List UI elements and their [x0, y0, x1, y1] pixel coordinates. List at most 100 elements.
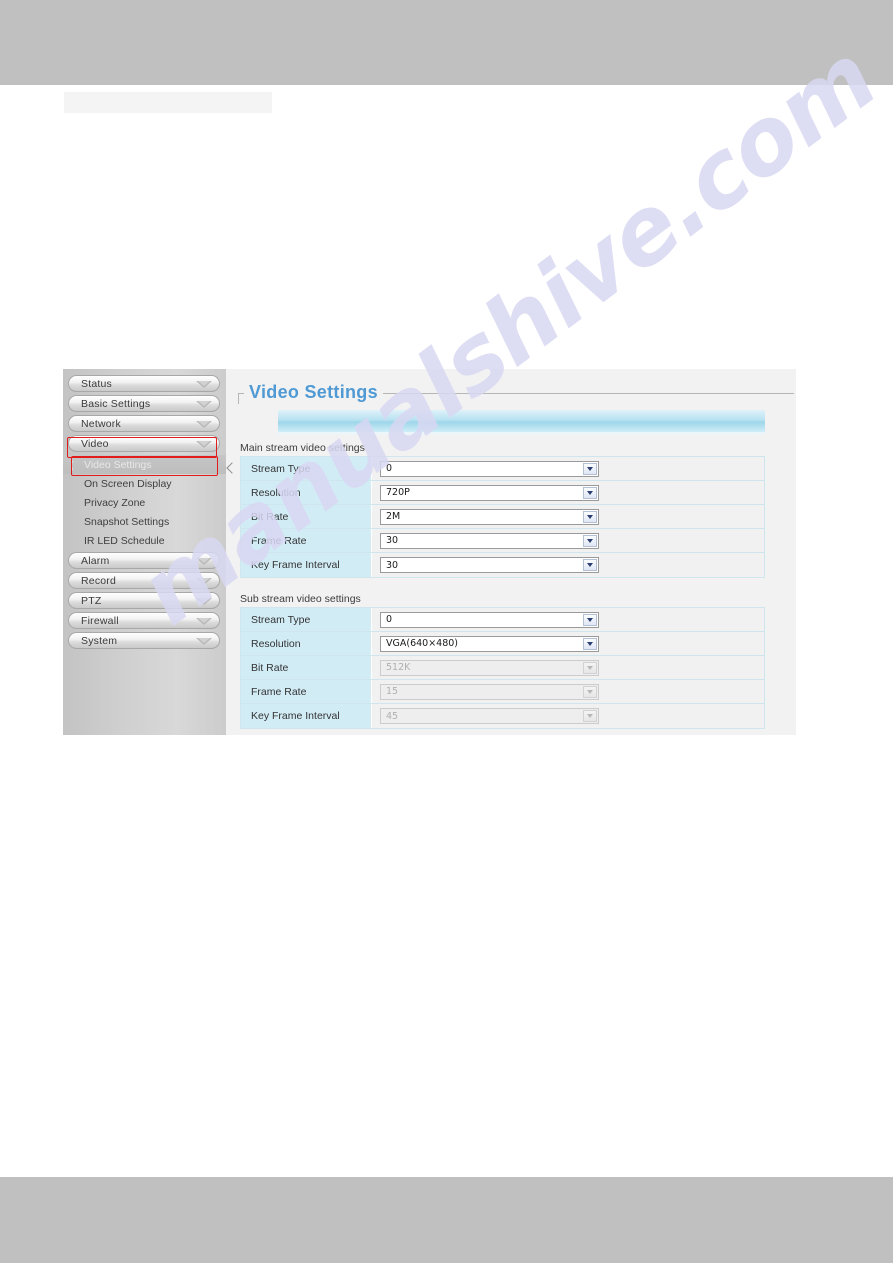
- chevron-down-icon: [583, 637, 597, 650]
- sidebar-item-label: Status: [81, 377, 112, 390]
- select-value: 30: [386, 559, 399, 571]
- row-label: Key Frame Interval: [241, 704, 372, 728]
- main-stream-frame-rate-select[interactable]: 30: [380, 532, 599, 549]
- sidebar-item-label: Privacy Zone: [84, 496, 146, 509]
- main-stream-type-select[interactable]: 0: [380, 460, 599, 477]
- chevron-down-icon: [196, 637, 212, 645]
- sub-stream-bit-rate-select: 512K: [380, 659, 599, 676]
- sidebar-item-system[interactable]: System: [68, 632, 220, 649]
- chevron-down-icon: [196, 577, 212, 585]
- main-stream-resolution-select[interactable]: 720P: [380, 484, 599, 501]
- page-title: Video Settings: [244, 382, 383, 403]
- sidebar-item-label: System: [81, 634, 118, 647]
- sidebar-item-video[interactable]: Video: [68, 435, 220, 452]
- select-value: 15: [386, 686, 399, 697]
- page-bottom-band: [0, 1177, 893, 1263]
- table-row: Resolution 720P: [241, 481, 764, 505]
- sidebar-item-label: Network: [81, 417, 121, 430]
- sidebar-item-video-settings[interactable]: Video Settings: [63, 455, 226, 474]
- chevron-down-icon: [196, 440, 212, 448]
- table-row: Bit Rate 512K: [241, 656, 764, 680]
- select-value: 720P: [386, 487, 410, 498]
- sidebar-item-ptz[interactable]: PTZ: [68, 592, 220, 609]
- sidebar-item-label: Record: [81, 574, 117, 587]
- chevron-down-icon: [583, 486, 597, 499]
- table-row: Stream Type 0: [241, 457, 764, 481]
- page-top-band: [0, 0, 893, 85]
- row-label: Resolution: [241, 481, 372, 504]
- toolbar: [278, 410, 765, 432]
- sidebar: Status Basic Settings Network Video Vide…: [63, 369, 226, 735]
- chevron-down-icon: [583, 710, 597, 722]
- sidebar-item-label: Video: [81, 437, 109, 450]
- sidebar-item-status[interactable]: Status: [68, 375, 220, 392]
- select-value: 512K: [386, 662, 411, 673]
- sidebar-item-label: Snapshot Settings: [84, 515, 170, 528]
- sidebar-item-label: Firewall: [81, 614, 119, 627]
- chevron-down-icon: [196, 420, 212, 428]
- chevron-down-icon: [196, 617, 212, 625]
- sidebar-item-privacy-zone[interactable]: Privacy Zone: [63, 493, 226, 512]
- panel-border-left: [238, 393, 239, 404]
- table-row: Bit Rate 2M: [241, 505, 764, 529]
- table-row: Stream Type 0: [241, 608, 764, 632]
- toolbar-underline: [278, 432, 765, 436]
- row-label: Stream Type: [241, 457, 372, 480]
- chevron-down-icon: [196, 380, 212, 388]
- sidebar-item-label: On Screen Display: [84, 477, 172, 490]
- chevron-down-icon: [583, 559, 597, 571]
- main-stream-bit-rate-select[interactable]: 2M: [380, 508, 599, 525]
- select-value: 45: [386, 710, 399, 722]
- table-row: Key Frame Interval 30: [241, 553, 764, 577]
- main-stream-caption: Main stream video settings: [240, 442, 365, 454]
- row-label: Resolution: [241, 632, 372, 655]
- chevron-down-icon: [583, 510, 597, 523]
- select-value: 0: [386, 614, 393, 625]
- page-header-placeholder: [64, 92, 272, 113]
- main-stream-settings-table: Stream Type 0 Resolution 720P Bit Rate 2…: [240, 456, 765, 578]
- chevron-down-icon: [196, 400, 212, 408]
- sidebar-item-record[interactable]: Record: [68, 572, 220, 589]
- main-stream-key-frame-interval-select[interactable]: 30: [380, 557, 599, 573]
- page-title-group: Video Settings: [234, 382, 796, 404]
- chevron-down-icon: [196, 597, 212, 605]
- row-label: Bit Rate: [241, 656, 372, 679]
- sidebar-item-label: Alarm: [81, 554, 110, 567]
- sidebar-collapse-toggle[interactable]: [226, 457, 238, 483]
- row-label: Frame Rate: [241, 680, 372, 703]
- select-value: VGA(640×480): [386, 638, 458, 649]
- sub-stream-resolution-select[interactable]: VGA(640×480): [380, 635, 599, 652]
- chevron-left-icon: [226, 462, 238, 474]
- select-value: 0: [386, 463, 393, 474]
- sidebar-item-alarm[interactable]: Alarm: [68, 552, 220, 569]
- chevron-down-icon: [583, 462, 597, 475]
- sub-stream-settings-table: Stream Type 0 Resolution VGA(640×480) Bi…: [240, 607, 765, 729]
- sub-stream-caption: Sub stream video settings: [240, 593, 361, 605]
- sub-stream-frame-rate-select: 15: [380, 683, 599, 700]
- chevron-down-icon: [583, 685, 597, 698]
- row-label: Bit Rate: [241, 505, 372, 528]
- sidebar-item-firewall[interactable]: Firewall: [68, 612, 220, 629]
- sub-stream-key-frame-interval-select: 45: [380, 708, 599, 724]
- table-row: Frame Rate 30: [241, 529, 764, 553]
- camera-web-ui: Status Basic Settings Network Video Vide…: [63, 369, 796, 735]
- sidebar-item-snapshot-settings[interactable]: Snapshot Settings: [63, 512, 226, 531]
- sidebar-item-basic-settings[interactable]: Basic Settings: [68, 395, 220, 412]
- select-value: 30: [386, 535, 399, 546]
- sidebar-item-ir-led-schedule[interactable]: IR LED Schedule: [63, 531, 226, 550]
- table-row: Resolution VGA(640×480): [241, 632, 764, 656]
- table-row: Key Frame Interval 45: [241, 704, 764, 728]
- chevron-down-icon: [583, 613, 597, 626]
- sidebar-item-label: Video Settings: [84, 458, 152, 471]
- main-content: Video Settings Save Refresh Main stream …: [226, 369, 796, 735]
- selected-marker-icon: [71, 459, 80, 472]
- sidebar-item-network[interactable]: Network: [68, 415, 220, 432]
- sidebar-item-label: Basic Settings: [81, 397, 151, 410]
- chevron-down-icon: [583, 661, 597, 674]
- select-value: 2M: [386, 511, 401, 522]
- row-label: Key Frame Interval: [241, 553, 372, 577]
- chevron-down-icon: [196, 557, 212, 565]
- sub-stream-type-select[interactable]: 0: [380, 611, 599, 628]
- sidebar-item-on-screen-display[interactable]: On Screen Display: [63, 474, 226, 493]
- row-label: Frame Rate: [241, 529, 372, 552]
